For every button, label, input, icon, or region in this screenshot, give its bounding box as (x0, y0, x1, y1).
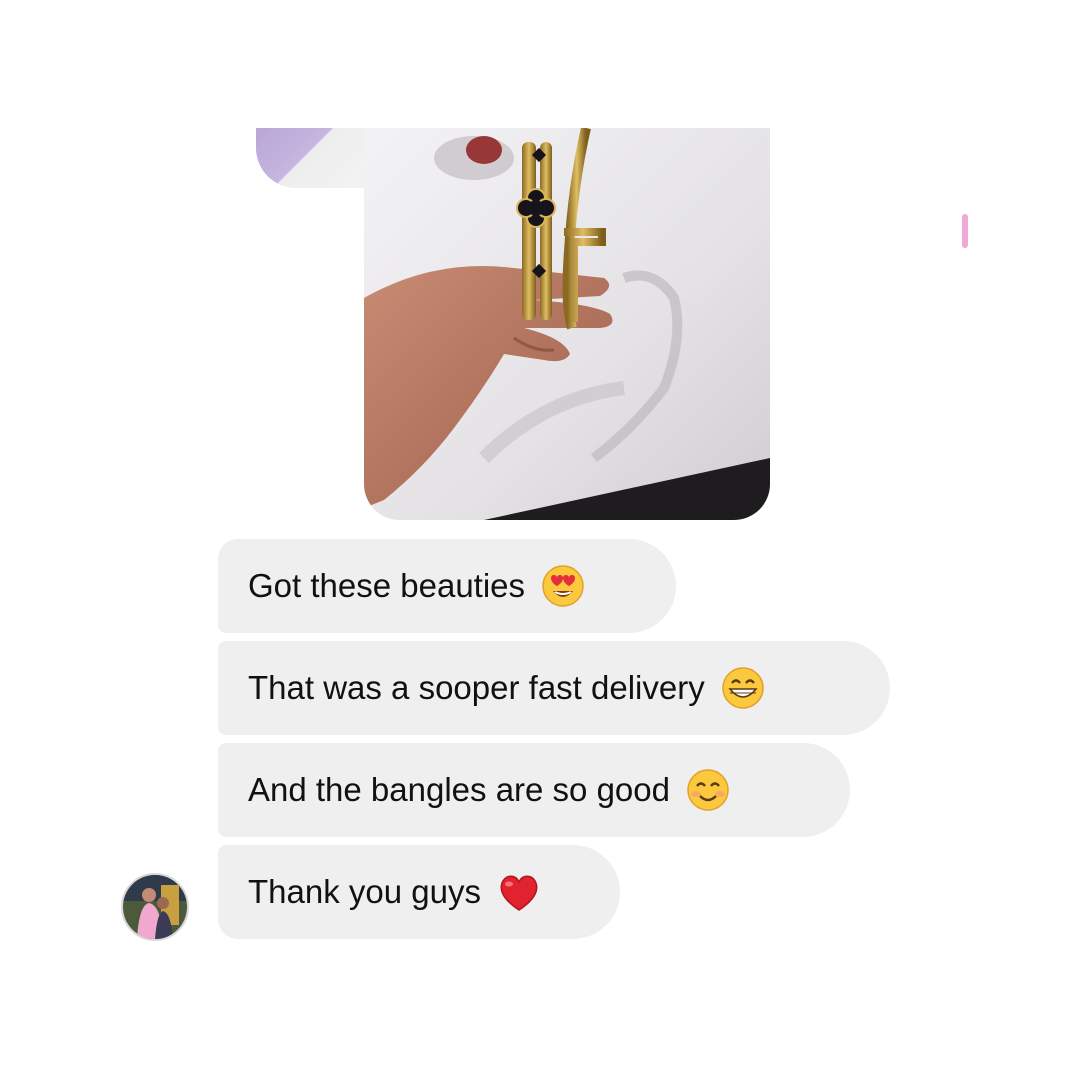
message-bubble[interactable]: That was a sooper fast delivery (218, 641, 890, 735)
red-heart-emoji-icon (500, 875, 538, 911)
shared-photo[interactable] (364, 128, 770, 520)
message-text: Got these beauties (248, 567, 526, 604)
heart-eyes-emoji-icon (542, 565, 584, 607)
edge-indicator (962, 214, 968, 248)
message-text: And the bangles are so good (248, 771, 670, 808)
message-bubble[interactable]: Got these beauties (218, 539, 676, 633)
bangles-photo-icon (364, 128, 770, 520)
message-bubble[interactable]: Thank you guys (218, 845, 620, 939)
message-text: That was a sooper fast delivery (248, 669, 705, 706)
message-text: Thank you guys (248, 873, 481, 910)
smiling-face-emoji-icon (687, 769, 729, 811)
chat-thread: Got these beauties That was a sooper fas… (0, 0, 1080, 1080)
avatar-icon (123, 875, 187, 939)
grinning-face-emoji-icon (721, 667, 764, 709)
sender-avatar[interactable] (121, 873, 189, 941)
message-bubble[interactable]: And the bangles are so good (218, 743, 850, 837)
